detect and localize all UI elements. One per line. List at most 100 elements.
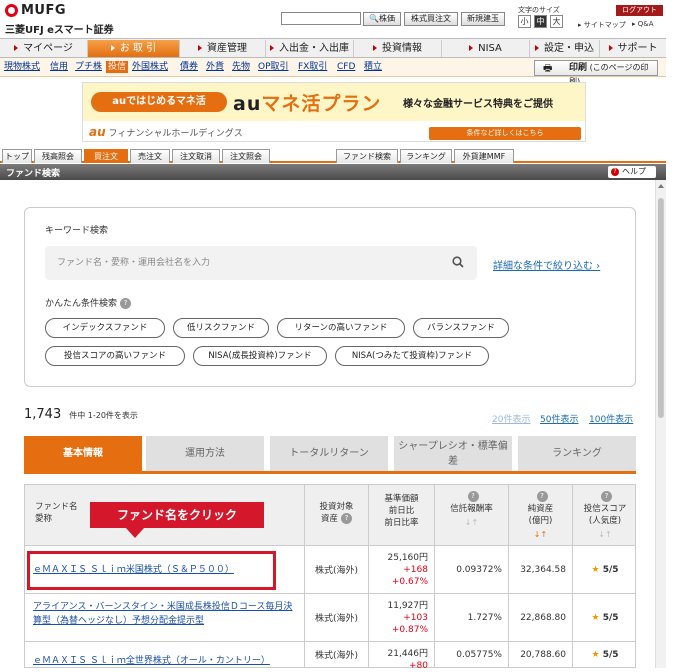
tab-sharpe[interactable]: シャープレシオ・標準偏差	[394, 436, 512, 471]
chip-high-score[interactable]: 投信スコアの高いファンド	[45, 346, 185, 366]
help-icon[interactable]: ?	[120, 298, 132, 309]
fund-price: 25,160円 +168 +0.67%	[369, 546, 435, 593]
search-card: キーワード検索 ファンド名・愛称・運用会社名を入力 詳細な条件で絞り込む › か…	[24, 207, 636, 387]
font-size-small[interactable]: 小	[518, 15, 531, 28]
chip-high-return[interactable]: リターンの高いファンド	[277, 318, 405, 338]
nav-nisa[interactable]: NISA	[442, 40, 530, 57]
keyword-input[interactable]: ファンド名・愛称・運用会社名を入力	[45, 246, 477, 280]
font-size-label: 文字のサイズ	[518, 6, 560, 14]
page-header: ファンド検索 ? ヘルプ	[0, 164, 666, 180]
bank-name: 三菱UFJ eスマート証券	[5, 25, 114, 36]
col-price: 基準価額 前日比 前日比率	[369, 485, 435, 545]
tab-sell[interactable]: 売注文	[130, 149, 170, 163]
subnav-fx[interactable]: FX取引	[298, 61, 327, 73]
arrow-icon	[535, 45, 539, 51]
logout-button[interactable]: ログアウト	[616, 5, 663, 16]
help-icon: ?	[611, 168, 619, 176]
help-button[interactable]: ? ヘルプ	[608, 166, 656, 178]
col-asset: 投資対象 資産?	[305, 485, 369, 545]
subnav-petit[interactable]: プチ株	[75, 61, 102, 73]
tab-ranking-result[interactable]: ランキング	[518, 436, 636, 471]
tab-cancel[interactable]: 注文取消	[172, 149, 220, 163]
print-button[interactable]: 🖶 印刷 (このページの印刷)	[534, 60, 658, 86]
sort-icon[interactable]: ↓↑	[573, 529, 637, 541]
tab-method[interactable]: 運用方法	[146, 436, 264, 471]
fund-name-link[interactable]: ｅＭＡＸＩＳ Ｓｌｉｍ全世界株式（オール・カントリー）	[25, 642, 305, 667]
subnav-foreign-stock[interactable]: 外国株式	[132, 61, 168, 73]
search-icon: 🔍	[369, 14, 379, 23]
stock-price-button[interactable]: 🔍株価	[363, 12, 401, 26]
fund-asset: 株式(海外)	[305, 642, 369, 667]
instruction-callout: ファンド名をクリック	[90, 502, 264, 528]
tab-balance[interactable]: 残高照会	[34, 149, 82, 163]
chip-balance[interactable]: バランスファンド	[413, 318, 509, 338]
font-size-large[interactable]: 大	[550, 15, 563, 28]
nav-trade[interactable]: お 取 引	[88, 40, 180, 57]
subnav-tsumitate[interactable]: 積立	[364, 61, 382, 73]
chip-index[interactable]: インデックスファンド	[45, 318, 165, 338]
font-size-medium[interactable]: 中	[534, 15, 547, 28]
tab-mmf[interactable]: 外貨建MMF	[454, 149, 514, 163]
fund-fee: 0.09372%	[435, 546, 509, 593]
subnav-stock[interactable]: 現物株式	[4, 61, 40, 73]
help-icon[interactable]: ?	[467, 491, 479, 502]
star-icon: ★	[591, 612, 600, 623]
scrollbar[interactable]	[655, 180, 666, 668]
subnav-futures[interactable]: 先物	[232, 61, 250, 73]
result-count: 1,743 件中 1-20件を表示	[24, 407, 138, 422]
per-page-100[interactable]: 100件表示	[589, 412, 633, 425]
tab-inquiry[interactable]: 注文照会	[222, 149, 270, 163]
arrow-icon	[469, 45, 474, 51]
subnav-fx-currency[interactable]: 外貨	[206, 61, 224, 73]
fund-name-link[interactable]: アライアンス・バーンスタイン・米国成長株投信Ｄコース毎月決算型（為替ヘッジなし）…	[25, 594, 305, 641]
search-icon[interactable]	[452, 256, 464, 268]
nav-deposit[interactable]: 入出金・入出庫	[266, 40, 354, 57]
banner-details-button[interactable]: 条件など詳しくはこちら	[429, 127, 581, 140]
nav-info[interactable]: 投資情報	[354, 40, 442, 57]
subnav-fund[interactable]: 投信	[106, 61, 129, 73]
fund-nav: 20,788.60	[509, 642, 573, 667]
scroll-up-icon	[658, 184, 664, 188]
promo-banner[interactable]: auではじめるマネ活 auマネ活プラン 様々な金融サービス特典をご提供 au フ…	[82, 82, 586, 142]
page-title: ファンド検索	[6, 169, 61, 179]
nav-support[interactable]: サポート	[600, 40, 666, 57]
fund-fee: 1.727%	[435, 594, 509, 641]
fund-price: 11,927円 +103 +0.87%	[369, 594, 435, 641]
quote-search-input[interactable]	[281, 12, 361, 25]
tab-top[interactable]: トップ	[2, 149, 32, 163]
help-icon[interactable]: ?	[536, 491, 548, 502]
tab-buy[interactable]: 買注文	[84, 149, 128, 163]
tab-fund-search[interactable]: ファンド検索	[336, 149, 398, 163]
fund-asset: 株式(海外)	[305, 546, 369, 593]
tab-ranking[interactable]: ランキング	[400, 149, 452, 163]
sort-icon[interactable]: ↓↑	[435, 517, 508, 529]
result-tabs: 基本情報 運用方法 トータルリターン シャープレシオ・標準偏差 ランキング	[24, 436, 636, 474]
subnav-bond[interactable]: 債券	[180, 61, 198, 73]
sort-icon[interactable]: ↓↑	[509, 529, 572, 541]
help-icon[interactable]: ?	[601, 491, 612, 502]
advanced-search-link[interactable]: 詳細な条件で絞り込む ›	[493, 257, 600, 272]
fund-fee: 0.05775%	[435, 642, 509, 667]
sitemap-link[interactable]: ▸ サイトマップ	[578, 20, 626, 30]
per-page-20[interactable]: 20件表示	[492, 412, 530, 425]
subnav-cfd[interactable]: CFD	[337, 61, 355, 73]
subnav-margin[interactable]: 信用	[50, 61, 68, 73]
banner-pill: auではじめるマネ活	[91, 92, 227, 112]
nav-assets[interactable]: 資産管理	[180, 40, 266, 57]
star-icon: ★	[591, 649, 600, 660]
subnav-option[interactable]: OP取引	[258, 61, 289, 73]
per-page-50[interactable]: 50件表示	[540, 412, 578, 425]
chip-nisa-growth[interactable]: NISA(成長投資枠)ファンド	[193, 346, 327, 366]
nav-settings[interactable]: 設定・申込	[530, 40, 600, 57]
arrow-icon	[270, 45, 274, 51]
chip-nisa-tsumitate[interactable]: NISA(つみたて投資枠)ファンド	[335, 346, 489, 366]
tab-basic-info[interactable]: 基本情報	[24, 436, 142, 471]
nav-mypage[interactable]: マイページ	[0, 40, 88, 57]
stock-buy-button[interactable]: 株式買注文	[404, 12, 458, 26]
qa-link[interactable]: ▸ Q&A	[632, 20, 654, 28]
help-icon[interactable]: ?	[341, 513, 352, 524]
new-position-button[interactable]: 新規建玉	[461, 12, 505, 26]
chip-low-risk[interactable]: 低リスクファンド	[173, 318, 269, 338]
tab-total-return[interactable]: トータルリターン	[270, 436, 388, 471]
scroll-thumb[interactable]	[658, 198, 664, 418]
